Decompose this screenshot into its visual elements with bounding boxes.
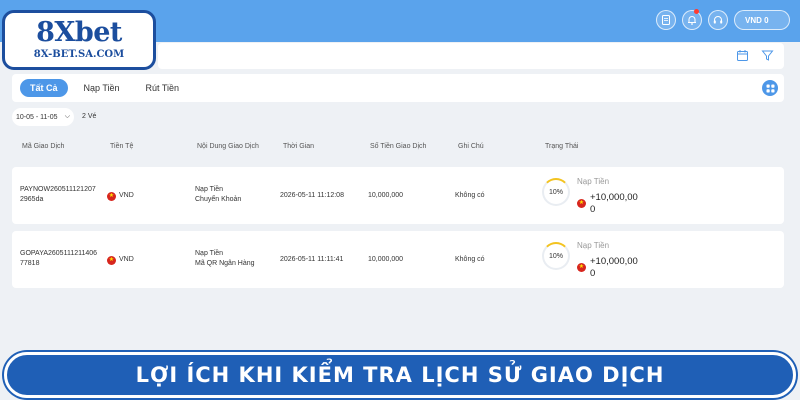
logo-domain: 8X-BET.SA.COM (33, 49, 125, 60)
tab-deposit[interactable]: Nạp Tiền (74, 79, 130, 97)
transaction-note: Không có (455, 256, 485, 263)
currency-cell: VND (107, 191, 134, 201)
header-time: Thời Gian (283, 143, 315, 150)
banner-text: Lợi ích khi kiểm tra lịch sử giao dịch (135, 363, 665, 387)
filter-icon[interactable] (761, 49, 774, 62)
transaction-time: 2026-05-11 11:12:08 (280, 192, 344, 199)
filter-bar (158, 43, 784, 69)
notification-dot (694, 9, 699, 14)
headset-icon[interactable] (708, 10, 728, 30)
status-label: Nạp Tiền (577, 177, 610, 186)
content-type: Nạp Tiền (195, 250, 224, 257)
transaction-time: 2026-05-11 11:11:41 (280, 256, 344, 263)
progress-ring: 10% (542, 242, 570, 270)
tab-all[interactable]: Tất Cả (20, 79, 68, 97)
transaction-amount: 10,000,000 (368, 256, 404, 263)
chevron-down-icon: ⌵ (64, 113, 70, 120)
progress-ring: 10% (542, 178, 570, 206)
header-note: Ghi Chú (458, 143, 484, 150)
tab-withdraw[interactable]: Rút Tiền (136, 79, 190, 97)
table-row[interactable]: PAYNOW2605111212072965da VND Nạp Tiền Ch… (12, 167, 784, 224)
tabs-card: Tất Cả Nạp Tiền Rút Tiền (12, 74, 784, 102)
document-icon[interactable] (656, 10, 676, 30)
logo-text: 8Xbet (36, 17, 122, 48)
header-code: Mã Giao Dịch (22, 143, 65, 150)
vietnam-flag-icon (107, 191, 116, 201)
date-range-select[interactable]: 10-05 - 11-05 ⌵ (12, 108, 74, 126)
header-actions: VND 0 (656, 9, 790, 30)
transaction-amount: 10,000,000 (368, 192, 404, 199)
status-amount: +10,000,000 (590, 192, 638, 215)
wallet-balance[interactable]: VND 0 (734, 10, 790, 30)
calendar-icon[interactable] (736, 49, 749, 62)
header-content: Nội Dung Giao Dịch (197, 143, 259, 150)
currency-code: VND (119, 192, 134, 199)
header-status: Trạng Thái (545, 143, 579, 150)
caption-banner: Lợi ích khi kiểm tra lịch sử giao dịch (4, 352, 796, 398)
tab-bar: Tất Cả Nạp Tiền Rút Tiền (20, 79, 189, 97)
status-label: Nạp Tiền (577, 241, 610, 250)
content-type: Nạp Tiền (195, 186, 224, 193)
grid-view-button[interactable] (762, 80, 778, 96)
vietnam-flag-icon (577, 199, 586, 208)
content-method: Chuyển Khoản (195, 196, 242, 203)
currency-cell: VND (107, 255, 134, 265)
transaction-content: Nạp Tiền Chuyển Khoản (195, 185, 241, 205)
date-range-value: 10-05 - 11-05 (16, 113, 58, 121)
header-amount: Số Tiền Giao Dịch (370, 143, 427, 150)
grid-icon (766, 84, 774, 92)
vietnam-flag-icon (107, 255, 116, 265)
table-row[interactable]: GOPAYA260511121140677818 VND Nạp Tiền Mã… (12, 231, 784, 288)
ticket-count: 2 Vé (82, 113, 97, 120)
vietnam-flag-icon (577, 263, 586, 272)
transaction-content: Nạp Tiền Mã QR Ngân Hàng (195, 249, 255, 269)
currency-code: VND (119, 256, 134, 263)
content-method: Mã QR Ngân Hàng (195, 260, 255, 267)
bell-icon[interactable] (682, 9, 702, 30)
transaction-note: Không có (455, 192, 485, 199)
brand-logo: 8Xbet 8X-BET.SA.COM (2, 10, 156, 70)
status-amount: +10,000,000 (590, 256, 638, 279)
transaction-code: GOPAYA260511121140677818 (20, 250, 98, 267)
transaction-code: PAYNOW2605111212072965da (20, 186, 96, 203)
header-currency: Tiền Tệ (110, 143, 134, 150)
